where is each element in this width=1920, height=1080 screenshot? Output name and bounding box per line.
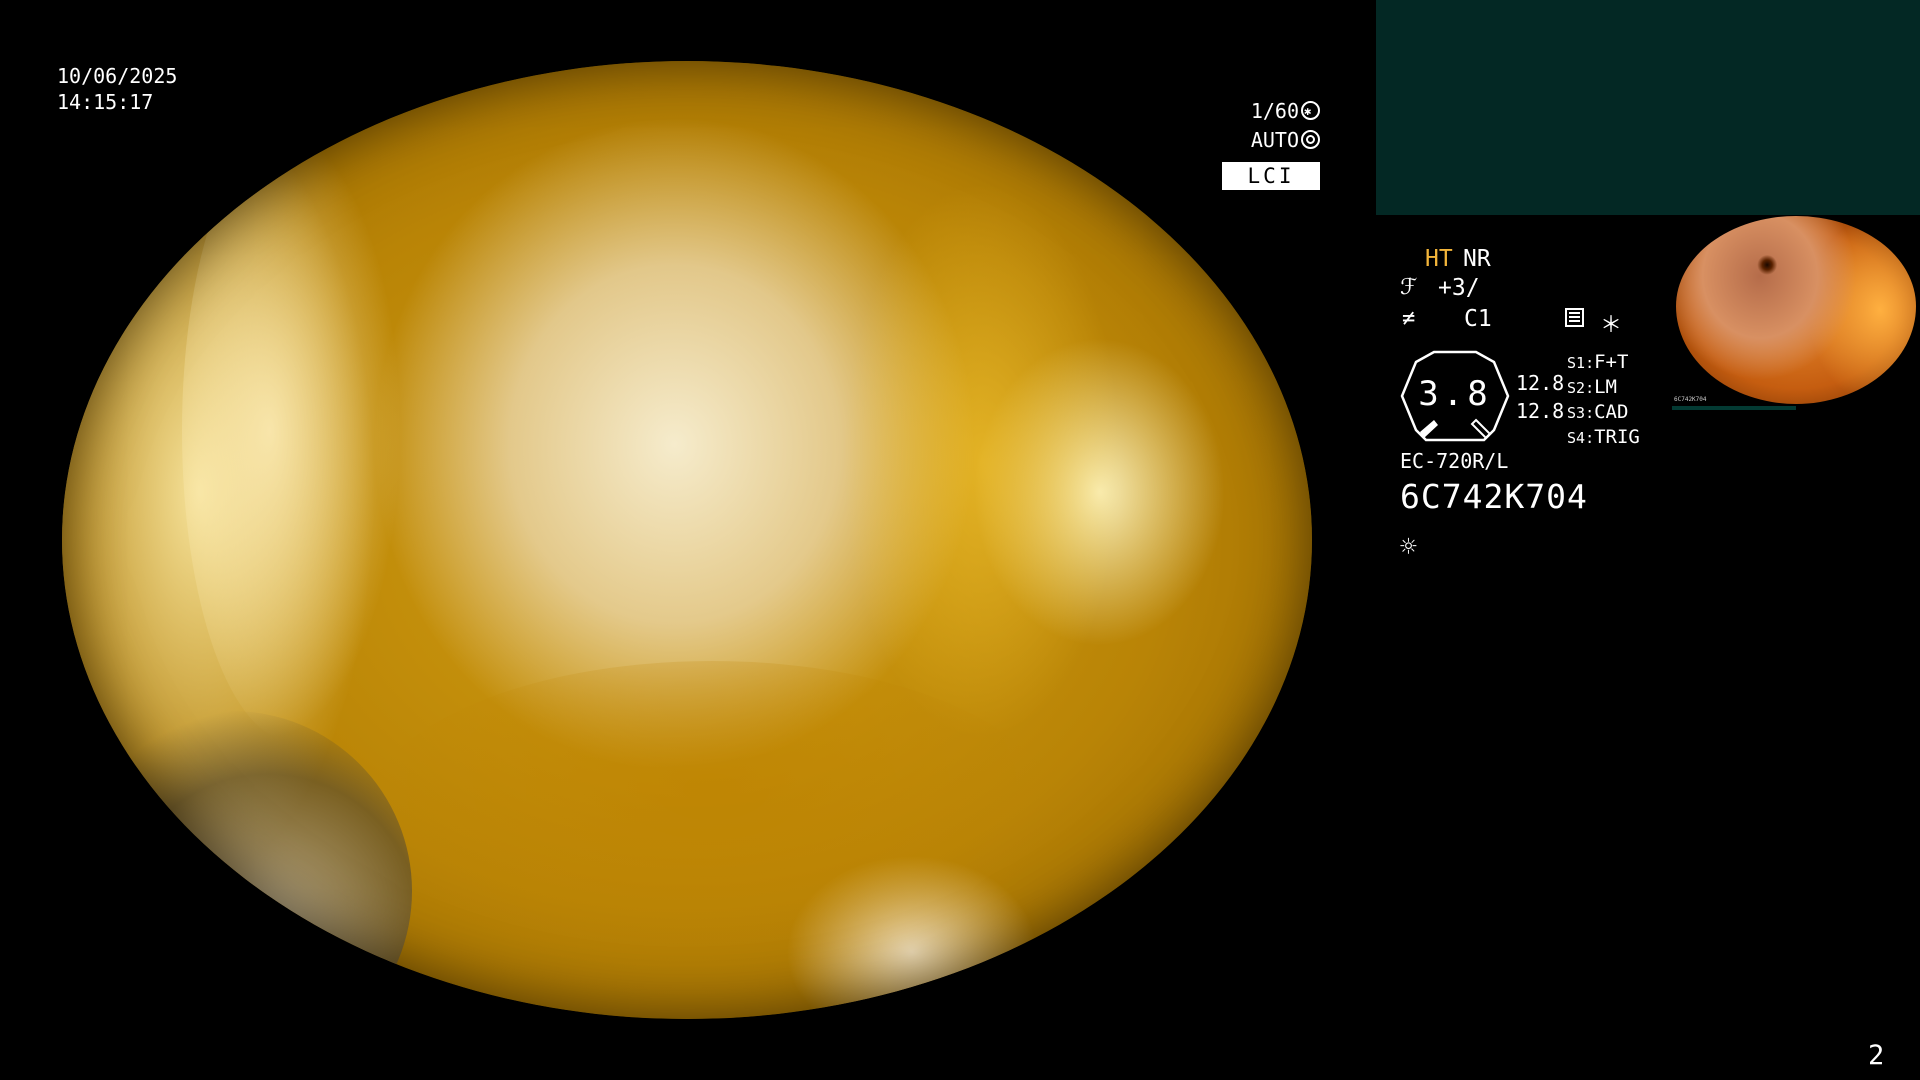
date-text: 10/06/2025 bbox=[57, 64, 178, 88]
endoscope-main-view bbox=[62, 61, 1312, 1019]
thumbnail-bar bbox=[1672, 406, 1796, 410]
distance-top: 12.8 bbox=[1516, 371, 1565, 395]
reference-thumbnail[interactable] bbox=[1672, 216, 1918, 404]
scope-model: EC-720R/L bbox=[1400, 449, 1509, 473]
exposure-text: AUTO bbox=[1250, 128, 1299, 152]
page-number: 2 bbox=[1868, 1040, 1885, 1071]
date-time: 10/06/2025 14:15:17 bbox=[57, 63, 177, 115]
switch-key: S4 bbox=[1567, 429, 1586, 447]
switch-3: S3:CAD bbox=[1567, 401, 1629, 423]
zoom-value: 3.8 bbox=[1418, 374, 1492, 414]
exposure-mode: AUTO bbox=[1250, 127, 1320, 153]
ht-indicator: HT bbox=[1425, 246, 1453, 272]
switch-key: S3 bbox=[1567, 404, 1586, 422]
color-mode-icon: ≠ bbox=[1402, 306, 1416, 331]
switch-key: S1 bbox=[1567, 354, 1586, 372]
switch-key: S2 bbox=[1567, 379, 1586, 397]
scope-serial: 6C742K704 bbox=[1400, 477, 1588, 516]
distance-bottom: 12.8 bbox=[1516, 399, 1565, 423]
switch-value: F+T bbox=[1594, 351, 1629, 373]
record-icon bbox=[1565, 308, 1584, 327]
switch-4: S4:TRIG bbox=[1567, 426, 1640, 448]
secondary-display-panel bbox=[1376, 0, 1920, 215]
shutter-text: 1/60 bbox=[1250, 99, 1299, 123]
enhancement-value: +3/ bbox=[1438, 275, 1480, 301]
switch-value: LM bbox=[1594, 376, 1617, 398]
shutter-speed: 1/60 bbox=[1250, 98, 1320, 124]
shutter-icon bbox=[1301, 98, 1320, 124]
thumbnail-image bbox=[1676, 216, 1916, 404]
star-indicator: ＊ bbox=[1600, 313, 1623, 338]
iris-icon bbox=[1301, 130, 1320, 149]
sun-icon: ☼ bbox=[1400, 530, 1417, 563]
color-mode-value: C1 bbox=[1464, 306, 1492, 332]
imaging-mode-badge: LCI bbox=[1222, 162, 1320, 190]
switch-1: S1:F+T bbox=[1567, 351, 1629, 373]
switch-value: TRIG bbox=[1594, 426, 1640, 448]
nr-indicator: NR bbox=[1463, 246, 1491, 272]
enhancement-icon: ℱ bbox=[1400, 275, 1418, 300]
thumbnail-id: 6C742K704 bbox=[1674, 396, 1707, 403]
switch-2: S2:LM bbox=[1567, 376, 1617, 398]
switch-value: CAD bbox=[1594, 401, 1629, 423]
time-text: 14:15:17 bbox=[57, 90, 154, 114]
